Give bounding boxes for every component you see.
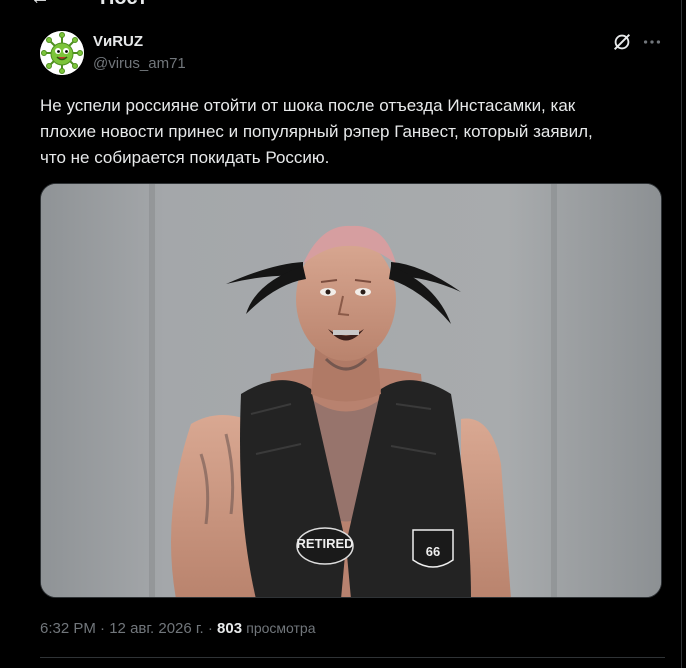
column-border [681, 0, 682, 668]
post-time[interactable]: 6:32 PM [40, 620, 96, 637]
arrow-left-icon[interactable]: ← [30, 0, 50, 10]
avatar[interactable] [40, 31, 84, 75]
top-bar: ← Пост [0, 0, 680, 12]
patch-retired-text: RETIRED [296, 536, 353, 551]
page-title: Пост [100, 0, 147, 10]
grok-icon[interactable] [611, 31, 633, 53]
post-meta: 6:32 PM · 12 авг. 2026 г. · 803 просмотр… [40, 618, 316, 639]
post-photo[interactable]: RETIRED 66 [40, 183, 662, 598]
divider [40, 657, 665, 658]
meta-separator-2: · [207, 620, 213, 637]
green-virus-avatar-icon [40, 31, 84, 75]
post-date[interactable]: 12 авг. 2026 г. [109, 620, 203, 637]
patch-66-text: 66 [426, 544, 440, 559]
post-page: ← Пост [0, 0, 686, 668]
more-horizontal-icon[interactable] [641, 31, 663, 53]
views-label: просмотра [246, 620, 316, 636]
views-count: 803 [217, 620, 243, 637]
author-display-name[interactable]: VиRUZ [93, 32, 143, 52]
author-handle[interactable]: @virus_am71 [93, 54, 186, 74]
photo-illustration: RETIRED 66 [41, 184, 661, 597]
post-text: Не успели россияне отойти от шока после … [40, 96, 593, 167]
meta-separator: · [100, 620, 106, 637]
